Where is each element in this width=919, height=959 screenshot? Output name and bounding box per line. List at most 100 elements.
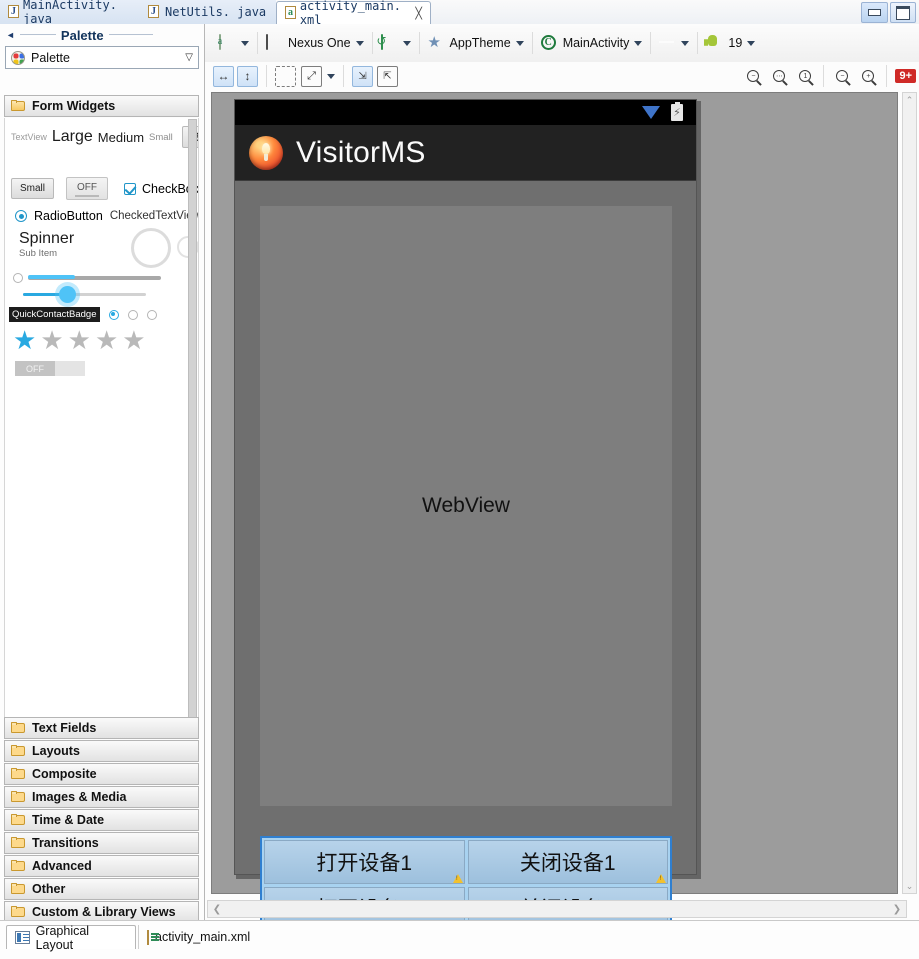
widget-quickcontactbadge[interactable]: QuickContactBadge	[9, 307, 100, 322]
orientation-dropdown[interactable]	[375, 30, 417, 56]
locale-dropdown[interactable]	[653, 30, 695, 56]
zoom-minus-icon[interactable]: −	[832, 66, 852, 86]
theme-dropdown[interactable]: ★ AppTheme	[422, 30, 530, 56]
widget-progressbar-large[interactable]	[131, 228, 171, 268]
sidebar-item-layouts[interactable]: Layouts	[4, 740, 199, 762]
sidebar-item-transitions[interactable]: Transitions	[4, 832, 199, 854]
widget-large-text[interactable]: Large	[52, 128, 93, 146]
category-label: Images & Media	[32, 790, 127, 804]
category-label: Layouts	[32, 744, 80, 758]
chevron-down-icon[interactable]	[634, 40, 643, 46]
chevron-down-icon[interactable]	[327, 73, 335, 79]
star-empty-icon: ★	[67, 325, 91, 355]
palette-scrollbar[interactable]	[188, 119, 197, 733]
widget-switch[interactable]: OFF	[15, 361, 85, 376]
expand-selection-icon[interactable]: ⤢	[301, 65, 322, 87]
widget-small-button[interactable]: Small	[11, 178, 55, 199]
palette-icon	[11, 50, 25, 65]
zoom-out-icon[interactable]: −	[743, 66, 763, 86]
seekbar-icon	[23, 286, 146, 303]
tab-activity-main-xml-source[interactable]: activity_main.xml	[138, 925, 254, 949]
radiogroup-option3-icon[interactable]	[146, 309, 157, 320]
sidebar-item-images-media[interactable]: Images & Media	[4, 786, 199, 808]
scroll-up-icon[interactable]: ⌃	[903, 93, 916, 107]
device-preview[interactable]: VisitorMS WebView 打开设备1 关闭设备1	[234, 99, 697, 934]
sidebar-item-time-date[interactable]: Time & Date	[4, 809, 199, 831]
widget-ratingbar[interactable]: ★ ★ ★ ★ ★	[13, 327, 146, 353]
scroll-right-icon[interactable]: ❯	[890, 902, 904, 916]
category-label: Time & Date	[32, 813, 105, 827]
editor-tab-netutils[interactable]: J NetUtils. java	[140, 0, 276, 24]
open-device-1-button[interactable]: 打开设备1	[264, 840, 465, 884]
widget-textview[interactable]: TextView	[11, 132, 47, 142]
sidebar-item-text-fields[interactable]: Text Fields	[4, 717, 199, 739]
palette-category-form-widgets[interactable]: Form Widgets	[4, 95, 199, 117]
palette-scroll-thumb[interactable]	[188, 119, 197, 719]
editor-tab-activity-main-xml[interactable]: a activity_main. xml ╳	[276, 0, 431, 27]
webview-widget[interactable]: WebView	[260, 206, 672, 806]
editor-tab-label: MainActivity. java	[23, 0, 117, 26]
activity-dropdown[interactable]: C MainActivity	[535, 30, 649, 56]
chevron-down-icon[interactable]	[515, 40, 524, 46]
activity-label: MainActivity	[562, 36, 630, 50]
chevron-down-icon[interactable]	[681, 40, 690, 46]
device-dropdown[interactable]: Nexus One	[260, 30, 370, 56]
layout-actions-toolbar: ↔ ↕ ⤢ ⇲ ⇱ − ⋯ 1 − + 9+	[205, 62, 919, 90]
show-outline-icon[interactable]	[275, 65, 296, 87]
distribute-icon[interactable]: ⇲	[352, 65, 373, 87]
widget-toggle-button[interactable]: OFF	[66, 177, 109, 200]
app-title: VisitorMS	[296, 135, 426, 169]
theme-star-icon: ★	[427, 33, 441, 51]
minimize-button[interactable]	[861, 2, 888, 23]
android-status-bar	[235, 100, 696, 125]
toolbar-divider	[257, 32, 258, 54]
chevron-down-icon[interactable]	[747, 40, 756, 46]
palette-selector-combo[interactable]: Palette ▽	[5, 46, 199, 69]
toolbar-divider	[343, 65, 344, 87]
widget-seekbar[interactable]	[23, 286, 146, 303]
canvas-horizontal-scrollbar[interactable]: ❮ ❯	[207, 900, 907, 918]
sidebar-item-other[interactable]: Other	[4, 878, 199, 900]
radiogroup-option2-icon[interactable]	[127, 309, 138, 320]
zoom-plus-icon[interactable]: +	[858, 66, 878, 86]
maximize-button[interactable]	[889, 2, 916, 23]
canvas-vertical-scrollbar[interactable]: ⌃ ⌄	[902, 92, 917, 894]
zoom-fit-icon[interactable]: ⋯	[769, 66, 789, 86]
chevron-down-icon[interactable]: ▽	[185, 52, 193, 63]
close-device-1-button[interactable]: 关闭设备1	[467, 840, 668, 884]
widget-seekbar-row[interactable]	[13, 273, 161, 283]
category-label: Other	[32, 882, 66, 896]
toolbar-divider	[531, 32, 533, 54]
widget-small-text[interactable]: Small	[149, 132, 173, 143]
widget-radiobutton[interactable]: RadioButton	[34, 209, 103, 223]
nest-icon[interactable]: ⇱	[377, 65, 398, 87]
sidebar-item-composite[interactable]: Composite	[4, 763, 199, 785]
widget-checkedtextview[interactable]: CheckedTextView	[110, 210, 198, 222]
warning-count-badge[interactable]: 9+	[895, 69, 916, 83]
close-icon[interactable]: ╳	[415, 7, 422, 20]
collapse-left-icon[interactable]: ◄	[6, 30, 15, 40]
chevron-down-icon[interactable]	[355, 40, 364, 46]
configuration-toolbar: Nexus One ★ AppTheme C MainActivity	[205, 24, 919, 63]
category-label: Advanced	[32, 859, 92, 873]
widget-medium-text[interactable]: Medium	[98, 130, 144, 145]
tab-graphical-layout[interactable]: Graphical Layout	[6, 924, 136, 952]
button-label: 打开设备1	[316, 851, 413, 875]
fit-height-icon[interactable]: ↕	[237, 65, 258, 87]
zoom-100-icon[interactable]: 1	[795, 66, 815, 86]
palette-widget-list[interactable]: TextView Large Medium Small Button Small…	[4, 118, 199, 736]
canvas-stage[interactable]: VisitorMS WebView 打开设备1 关闭设备1	[211, 92, 898, 934]
sidebar-item-advanced[interactable]: Advanced	[4, 855, 199, 877]
folder-icon	[11, 860, 26, 872]
editor-tab-mainactivity[interactable]: J MainActivity. java	[0, 0, 140, 26]
api-level-dropdown[interactable]: 19	[700, 30, 761, 56]
fit-width-icon[interactable]: ↔	[213, 65, 234, 87]
scroll-down-icon[interactable]: ⌄	[903, 879, 916, 893]
widget-spinner[interactable]: Spinner Sub Item	[19, 230, 74, 259]
radiogroup-selected-icon[interactable]	[108, 309, 119, 320]
design-canvas[interactable]: VisitorMS WebView 打开设备1 关闭设备1	[205, 90, 919, 934]
config-file-dropdown[interactable]	[213, 30, 255, 56]
scroll-left-icon[interactable]: ❮	[210, 902, 224, 916]
chevron-down-icon[interactable]	[402, 40, 411, 46]
chevron-down-icon[interactable]	[241, 40, 249, 46]
